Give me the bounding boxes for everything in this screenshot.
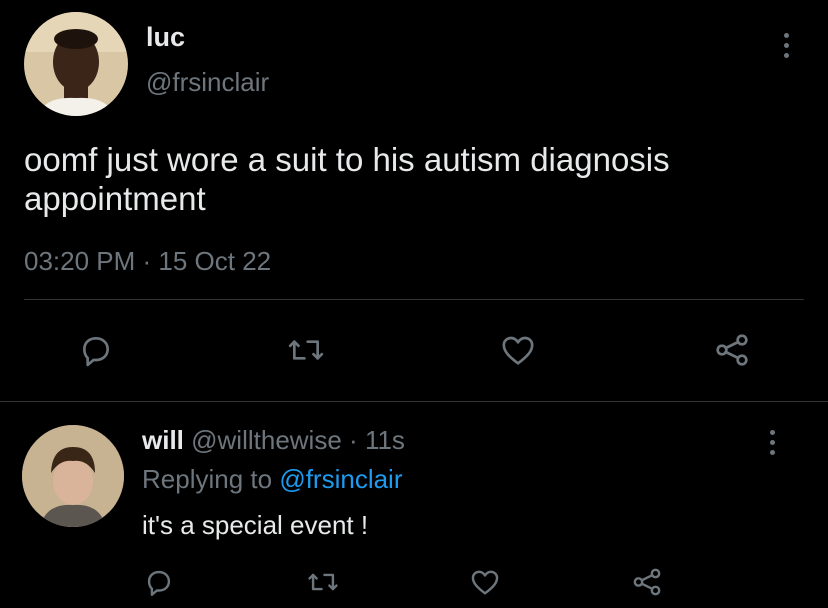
share-icon[interactable] — [630, 565, 664, 599]
more-options-icon[interactable] — [770, 430, 775, 455]
tweet-text: oomf just wore a suit to his autism diag… — [24, 141, 670, 217]
more-options-icon[interactable] — [784, 33, 789, 58]
retweet-icon[interactable] — [306, 565, 340, 599]
replying-handle-link[interactable]: @frsinclair — [279, 464, 402, 494]
retweet-icon[interactable] — [286, 330, 326, 370]
time-ago[interactable]: 11s — [365, 425, 405, 455]
avatar[interactable] — [22, 425, 124, 527]
share-icon[interactable] — [712, 330, 752, 370]
reply-icon[interactable] — [76, 330, 116, 370]
display-name[interactable]: luc — [146, 22, 185, 53]
section-divider — [0, 401, 828, 402]
replying-to: Replying to @frsinclair — [142, 464, 403, 495]
handle[interactable]: @frsinclair — [146, 67, 269, 98]
timestamp[interactable]: 03:20 PM · 15 Oct 22 — [24, 246, 271, 277]
handle[interactable]: @willthewise — [191, 425, 342, 455]
avatar[interactable] — [24, 12, 128, 116]
like-icon[interactable] — [498, 330, 538, 370]
reply-text: it's a special event ! — [142, 510, 369, 540]
divider — [24, 299, 804, 300]
display-name[interactable]: will — [142, 425, 184, 455]
like-icon[interactable] — [468, 565, 502, 599]
separator: · — [349, 425, 358, 455]
replying-prefix: Replying to — [142, 464, 273, 494]
reply-icon[interactable] — [142, 565, 176, 599]
reply-header: will @willthewise · 11s — [142, 425, 405, 456]
